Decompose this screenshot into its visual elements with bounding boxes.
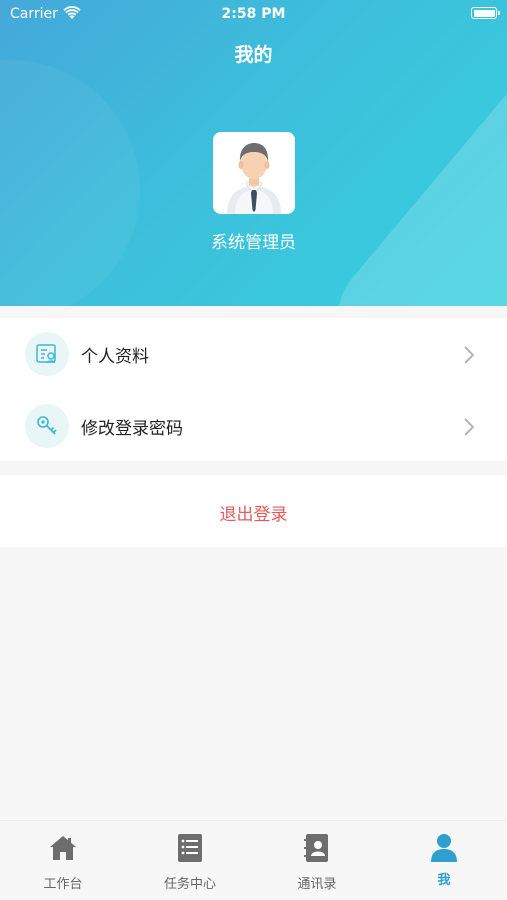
logout-label: 退出登录 [219, 505, 288, 525]
tab-task-center[interactable]: 任务中心 [127, 821, 253, 900]
settings-menu: 个人资料 修改登录密码 [0, 318, 507, 461]
profile-header: Carrier 2:58 PM 我的 系统管理员 [0, 0, 507, 306]
tab-me[interactable]: 我 [381, 821, 507, 900]
menu-item-change-password[interactable]: 修改登录密码 [0, 390, 507, 462]
tab-workbench[interactable]: 工作台 [0, 821, 126, 900]
profile-icon-badge [25, 332, 69, 376]
status-time: 2:58 PM [221, 6, 286, 22]
tab-bar: 工作台 任务中心 通讯录 我 [0, 820, 507, 900]
home-icon [50, 836, 76, 860]
header-decoration-circle [0, 60, 140, 306]
chevron-right-icon [464, 346, 475, 364]
businessman-avatar-icon [213, 132, 295, 214]
tab-contacts-label: 通讯录 [297, 877, 337, 892]
profile-card-icon [36, 344, 56, 364]
contacts-icon [304, 834, 328, 862]
battery-icon [471, 7, 500, 19]
status-bar: Carrier 2:58 PM [0, 0, 507, 28]
menu-item-profile-label: 个人资料 [81, 347, 149, 367]
person-icon [431, 834, 457, 862]
header-decoration-stripe [313, 33, 507, 306]
key-icon-badge [25, 404, 69, 448]
task-list-icon [178, 834, 202, 862]
page-title: 我的 [234, 44, 273, 66]
tab-me-label: 我 [437, 873, 451, 888]
logout-button[interactable]: 退出登录 [0, 475, 507, 547]
key-icon [37, 416, 57, 435]
tab-contacts[interactable]: 通讯录 [254, 821, 380, 900]
chevron-right-icon [464, 418, 475, 436]
menu-item-profile[interactable]: 个人资料 [0, 318, 507, 390]
avatar[interactable] [213, 132, 295, 214]
username: 系统管理员 [211, 233, 296, 253]
tab-workbench-label: 工作台 [43, 877, 83, 892]
tab-task-center-label: 任务中心 [163, 877, 216, 892]
menu-item-change-password-label: 修改登录密码 [81, 419, 183, 439]
